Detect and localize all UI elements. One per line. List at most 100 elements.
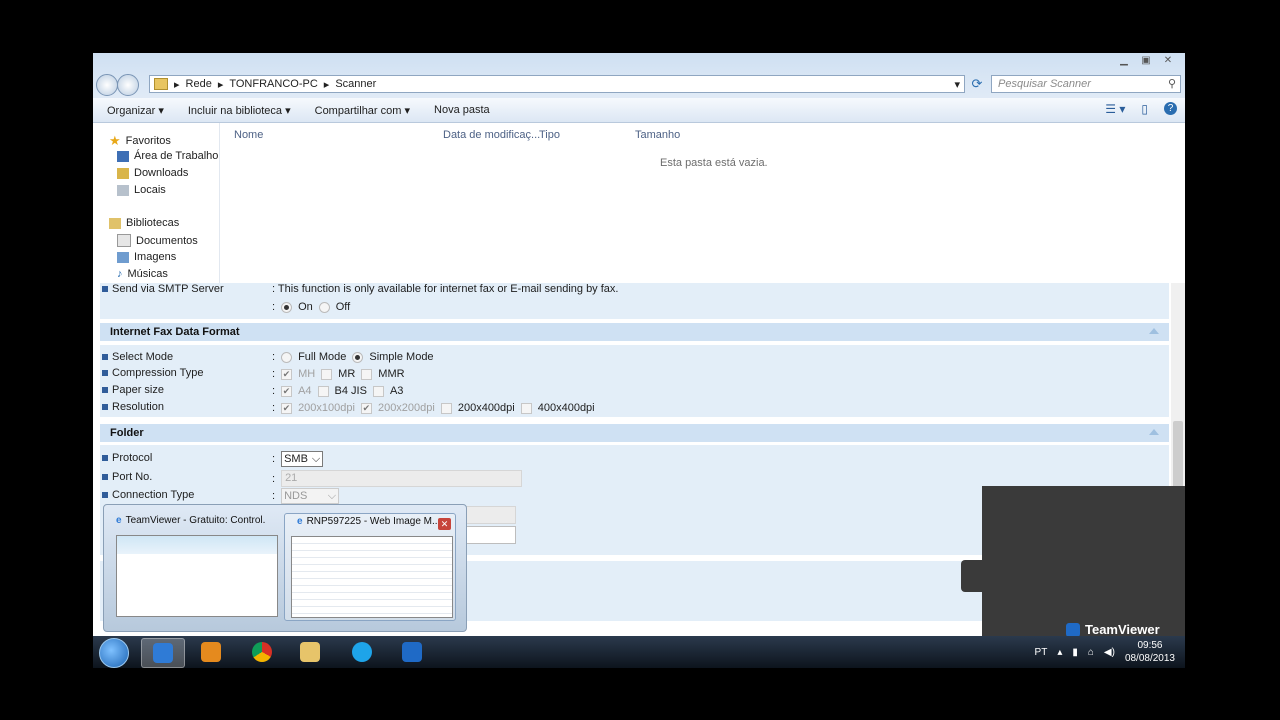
mmr-checkbox[interactable] <box>361 368 373 380</box>
volume-icon[interactable]: ◀) <box>1104 647 1115 658</box>
nav-label: Downloads <box>134 167 189 179</box>
taskbar-media-player[interactable] <box>190 638 232 666</box>
resolution-row: Resolution <box>102 401 164 413</box>
res-400x400-checkbox[interactable] <box>520 402 532 414</box>
images-icon <box>117 251 129 263</box>
collapse-icon[interactable] <box>1149 328 1159 334</box>
nav-music[interactable]: ♪ Músicas <box>117 268 168 280</box>
connection-select[interactable]: NDS ⌵ <box>281 488 340 504</box>
navigation-pane: ★ Favoritos Área de Trabalho Downloads L… <box>93 123 220 283</box>
taskbar-ie[interactable] <box>141 638 185 668</box>
scrollbar-thumb[interactable] <box>1173 421 1183 491</box>
star-icon: ★ <box>109 133 121 148</box>
res-200x100-checkbox: ✔ <box>281 402 293 414</box>
nav-images[interactable]: Imagens <box>117 251 176 263</box>
nav-label: Documentos <box>136 234 198 247</box>
internet-fax-header[interactable]: Internet Fax Data Format <box>100 323 1169 341</box>
dropdown-arrow-icon[interactable]: ▾ <box>954 78 960 91</box>
nav-favorites[interactable]: ★ Favoritos <box>109 133 171 149</box>
a3-checkbox[interactable] <box>372 385 384 397</box>
thumbnail-teamviewer[interactable]: e TeamViewer - Gratuito: Control... <box>104 513 278 619</box>
res-200x400-checkbox[interactable] <box>440 402 452 414</box>
start-button[interactable] <box>99 638 129 668</box>
column-type[interactable]: Tipo <box>539 129 560 141</box>
language-indicator[interactable]: PT <box>1035 647 1048 658</box>
taskbar-chrome[interactable] <box>241 638 283 666</box>
column-size[interactable]: Tamanho <box>635 129 680 141</box>
internet-fax-band <box>100 345 1169 417</box>
thumbnail-title: RNP597225 - Web Image M... <box>306 516 441 527</box>
nav-locais[interactable]: Locais <box>117 184 166 196</box>
clock[interactable]: 09:56 08/08/2013 <box>1125 639 1175 665</box>
refresh-icon[interactable]: ⟳ <box>968 75 986 93</box>
search-icon[interactable]: ⚲ <box>1168 76 1176 92</box>
protocol-select[interactable]: SMB ⌵ <box>281 451 324 467</box>
clock-time: 09:56 <box>1137 640 1163 651</box>
nav-documents[interactable]: Documentos <box>117 234 198 247</box>
close-icon[interactable]: ✕ <box>438 518 451 530</box>
select-mode-values: : Full Mode Simple Mode <box>272 351 434 363</box>
smtp-note: : This function is only available for in… <box>272 283 619 295</box>
network-icon <box>154 78 168 90</box>
music-icon: ♪ <box>117 268 123 280</box>
column-name[interactable]: Nome <box>234 129 263 141</box>
collapse-icon[interactable] <box>1149 429 1159 435</box>
compression-row: Compression Type <box>102 367 204 379</box>
libraries-icon <box>109 217 121 229</box>
organize-menu[interactable]: Organizar ▾ <box>107 104 164 117</box>
smtp-off-radio[interactable] <box>318 301 330 313</box>
close-icon[interactable]: ✕ <box>1159 55 1177 67</box>
smtp-on-radio[interactable] <box>281 301 293 313</box>
maximize-icon[interactable]: ▣ <box>1137 55 1155 67</box>
thumbnail-title: TeamViewer - Gratuito: Control... <box>125 515 266 526</box>
back-button[interactable] <box>96 74 118 96</box>
full-mode-radio[interactable] <box>281 351 293 363</box>
simple-mode-radio[interactable] <box>352 351 364 363</box>
b4-checkbox[interactable] <box>317 385 329 397</box>
protocol-row: Protocol <box>102 452 152 464</box>
column-date[interactable]: Data de modificaç... <box>443 129 540 141</box>
taskbar-teamviewer[interactable] <box>391 638 433 666</box>
include-library-menu[interactable]: Incluir na biblioteca ▾ <box>188 104 291 117</box>
minimize-icon[interactable]: ▁ <box>1115 55 1133 67</box>
taskbar-explorer[interactable] <box>289 638 331 666</box>
port-input[interactable]: 21 <box>281 470 523 487</box>
smtp-band <box>100 283 1169 319</box>
mr-checkbox[interactable] <box>321 368 333 380</box>
section-title: Folder <box>110 427 144 439</box>
mh-checkbox: ✔ <box>281 368 293 380</box>
nav-libraries[interactable]: Bibliotecas <box>109 217 179 229</box>
share-menu[interactable]: Compartilhar com ▾ <box>315 104 410 117</box>
smtp-radios: : On Off <box>272 301 351 313</box>
smtp-label: Send via SMTP Server <box>112 283 224 295</box>
smtp-off-label: Off <box>335 301 351 313</box>
device-icon[interactable]: ▮ <box>1072 647 1078 658</box>
thumbnail-web-image-monitor[interactable]: e RNP597225 - Web Image M... ✕ <box>284 513 456 621</box>
address-bar[interactable]: ▸ Rede ▸ TONFRANCO-PC ▸ Scanner ▾ <box>149 75 965 93</box>
ie-icon <box>153 643 173 663</box>
forward-button[interactable] <box>117 74 139 96</box>
new-folder-button[interactable]: Nova pasta <box>434 104 490 116</box>
nav-label: Locais <box>134 184 166 196</box>
nav-label: Bibliotecas <box>126 217 180 229</box>
nav-desktop[interactable]: Área de Trabalho <box>117 150 218 162</box>
empty-folder-text: Esta pasta está vazia. <box>660 157 768 169</box>
breadcrumb-item[interactable]: TONFRANCO-PC <box>229 78 317 90</box>
taskbar-skype[interactable] <box>341 638 383 666</box>
preview-pane-icon[interactable]: ▯ <box>1141 102 1148 116</box>
breadcrumb-item[interactable]: Scanner <box>335 78 376 90</box>
nav-downloads[interactable]: Downloads <box>117 167 188 179</box>
search-placeholder: Pesquisar Scanner <box>998 78 1091 90</box>
teamviewer-logo-icon <box>1066 622 1080 637</box>
res-200x200-checkbox: ✔ <box>360 402 372 414</box>
taskbar-preview-popup: e TeamViewer - Gratuito: Control... e RNP5… <box>103 504 467 632</box>
help-icon[interactable]: ? <box>1164 102 1177 115</box>
folder-header[interactable]: Folder <box>100 424 1169 442</box>
smtp-label-row: Send via SMTP Server <box>102 283 224 295</box>
show-hidden-icons[interactable]: ▴ <box>1057 647 1062 658</box>
view-options-icon[interactable]: ☰ ▾ <box>1105 102 1125 116</box>
breadcrumb-item[interactable]: Rede <box>186 78 212 90</box>
network-icon[interactable]: ⌂ <box>1088 647 1094 658</box>
search-input[interactable]: Pesquisar Scanner ⚲ <box>991 75 1181 93</box>
thumbnail-image <box>116 535 278 617</box>
